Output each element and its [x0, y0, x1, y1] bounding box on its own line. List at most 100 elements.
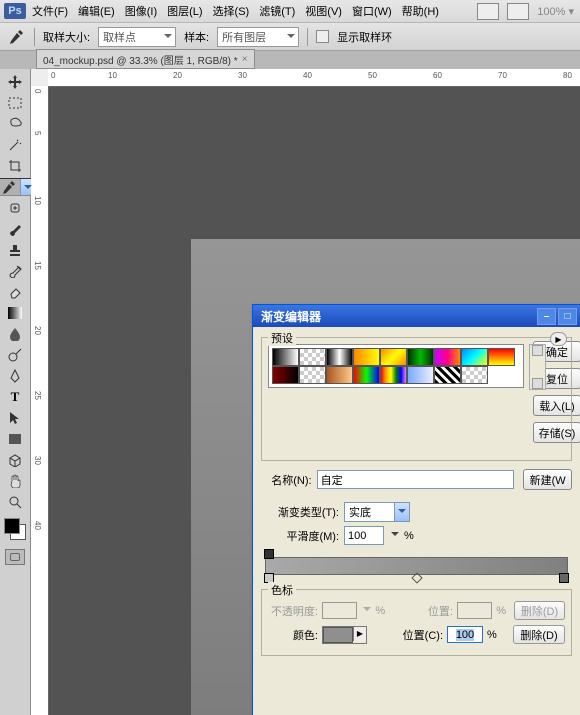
preset-swatch[interactable]	[353, 348, 380, 366]
presets-label: 预设	[268, 330, 296, 346]
preset-swatch[interactable]	[326, 348, 353, 366]
stamp-tool-icon[interactable]	[4, 241, 26, 259]
percent-label: %	[375, 605, 385, 617]
preset-swatch[interactable]	[488, 348, 515, 366]
preset-menu-icon[interactable]: ▶	[550, 332, 567, 346]
midpoint-handle[interactable]	[412, 572, 423, 583]
preset-swatch[interactable]	[407, 348, 434, 366]
marquee-tool-icon[interactable]	[4, 94, 26, 112]
wand-tool-icon[interactable]	[4, 136, 26, 154]
menu-select[interactable]: 选择(S)	[213, 3, 250, 19]
opacity-location-input	[457, 602, 492, 619]
name-label: 名称(N):	[261, 472, 312, 488]
fg-bg-color[interactable]	[4, 518, 26, 540]
delete-color-stop-button[interactable]: 删除(D)	[513, 625, 565, 644]
history-brush-tool-icon[interactable]	[4, 262, 26, 280]
preset-scrollbar[interactable]	[529, 344, 546, 390]
preset-swatch[interactable]	[380, 348, 407, 366]
preset-swatch[interactable]	[272, 366, 299, 384]
pen-tool-icon[interactable]	[4, 367, 26, 385]
dialog-titlebar[interactable]: 渐变编辑器 – □	[253, 305, 580, 327]
zoom-tool-icon[interactable]	[4, 493, 26, 511]
color-location-input[interactable]: 100	[447, 626, 483, 643]
sample-target-dropdown[interactable]: 所有图层	[217, 27, 299, 47]
3d-tool-icon[interactable]	[4, 451, 26, 469]
close-tab-icon[interactable]: ×	[242, 54, 248, 65]
eraser-tool-icon[interactable]	[4, 283, 26, 301]
quickmask-icon[interactable]	[5, 549, 25, 565]
gradient-preview-bar[interactable]	[265, 557, 568, 575]
blur-tool-icon[interactable]	[4, 325, 26, 343]
menu-edit[interactable]: 编辑(E)	[78, 3, 115, 19]
stops-label: 色标	[268, 582, 296, 598]
gradient-name-input[interactable]: 自定	[317, 470, 515, 489]
sample-size-label: 取样大小:	[43, 29, 90, 45]
menu-layer[interactable]: 图层(L)	[167, 3, 202, 19]
healing-tool-icon[interactable]	[4, 199, 26, 217]
minimize-icon[interactable]: –	[537, 308, 556, 325]
maximize-icon[interactable]: □	[558, 308, 577, 325]
preset-swatch[interactable]	[326, 366, 353, 384]
ruler-origin[interactable]	[31, 69, 49, 87]
gradient-type-select[interactable]: 实底	[344, 502, 410, 522]
smoothness-label: 平滑度(M):	[261, 528, 339, 544]
preset-swatch[interactable]	[299, 348, 326, 366]
gradient-type-label: 渐变类型(T):	[261, 504, 339, 520]
stops-fieldset: 色标 不透明度: % 位置: % 删除(D) 颜色: ▶ 位置(C): 100 …	[261, 589, 572, 656]
screen-mode-icon[interactable]	[507, 3, 529, 20]
ruler-vertical[interactable]: 05101520253040	[31, 86, 49, 715]
document-tab[interactable]: 04_mockup.psd @ 33.3% (图层 1, RGB/8) * ×	[36, 49, 255, 69]
menu-image[interactable]: 图像(I)	[125, 3, 157, 19]
opacity-input	[322, 602, 357, 619]
smoothness-input[interactable]: 100	[344, 526, 384, 545]
color-chip[interactable]: ▶	[322, 626, 367, 644]
preset-swatch[interactable]	[380, 366, 407, 384]
dropdown-caret-icon	[363, 607, 371, 615]
document-tab-title: 04_mockup.psd @ 33.3% (图层 1, RGB/8) *	[43, 52, 238, 67]
zoom-indicator: 100% ▾	[537, 5, 574, 18]
new-button[interactable]: 新建(W	[523, 469, 572, 490]
crop-tool-icon[interactable]	[4, 157, 26, 175]
workspace-switcher[interactable]	[477, 3, 499, 20]
chevron-right-icon[interactable]: ▶	[353, 627, 366, 641]
brush-tool-icon[interactable]	[4, 220, 26, 238]
dodge-tool-icon[interactable]	[4, 346, 26, 364]
color-stop[interactable]	[559, 573, 569, 583]
menu-help[interactable]: 帮助(H)	[402, 3, 439, 19]
type-tool-icon[interactable]: T	[4, 388, 26, 406]
menu-filter[interactable]: 滤镜(T)	[259, 3, 295, 19]
preset-swatch[interactable]	[461, 348, 488, 366]
preset-swatch[interactable]	[353, 366, 380, 384]
photoshop-window: Ps 文件(F) 编辑(E) 图像(I) 图层(L) 选择(S) 滤镜(T) 视…	[0, 0, 580, 715]
gradient-tool-icon[interactable]	[4, 304, 26, 322]
toolbox: T	[0, 69, 31, 715]
menu-window[interactable]: 窗口(W)	[352, 3, 392, 19]
eyedropper-current-tool-icon[interactable]	[6, 28, 26, 46]
hand-tool-icon[interactable]	[4, 472, 26, 490]
preset-swatches	[268, 344, 524, 388]
preset-swatch[interactable]	[461, 366, 488, 384]
preset-swatch[interactable]	[299, 366, 326, 384]
percent-label: %	[487, 629, 497, 641]
lasso-tool-icon[interactable]	[4, 115, 26, 133]
dropdown-caret-icon[interactable]	[391, 532, 399, 540]
preset-swatch[interactable]	[434, 348, 461, 366]
location-label: 位置:	[403, 603, 453, 619]
preset-swatch[interactable]	[434, 366, 461, 384]
preset-swatch[interactable]	[407, 366, 434, 384]
preset-swatch[interactable]	[272, 348, 299, 366]
percent-label: %	[496, 605, 506, 617]
color-label: 颜色:	[268, 627, 318, 643]
menu-file[interactable]: 文件(F)	[32, 3, 68, 19]
presets-fieldset: 预设 ▶	[261, 337, 572, 461]
path-select-tool-icon[interactable]	[4, 409, 26, 427]
opacity-stop[interactable]	[264, 549, 274, 559]
move-tool-icon[interactable]	[4, 73, 26, 91]
document-tabbar: 04_mockup.psd @ 33.3% (图层 1, RGB/8) * ×	[0, 51, 580, 70]
menu-view[interactable]: 视图(V)	[305, 3, 342, 19]
sample-size-dropdown[interactable]: 取样点	[98, 27, 176, 47]
shape-tool-icon[interactable]	[4, 430, 26, 448]
sample-target-label: 样本:	[184, 29, 209, 45]
show-ring-checkbox[interactable]	[316, 30, 329, 43]
ruler-horizontal[interactable]: 01020304050607080	[48, 69, 580, 87]
